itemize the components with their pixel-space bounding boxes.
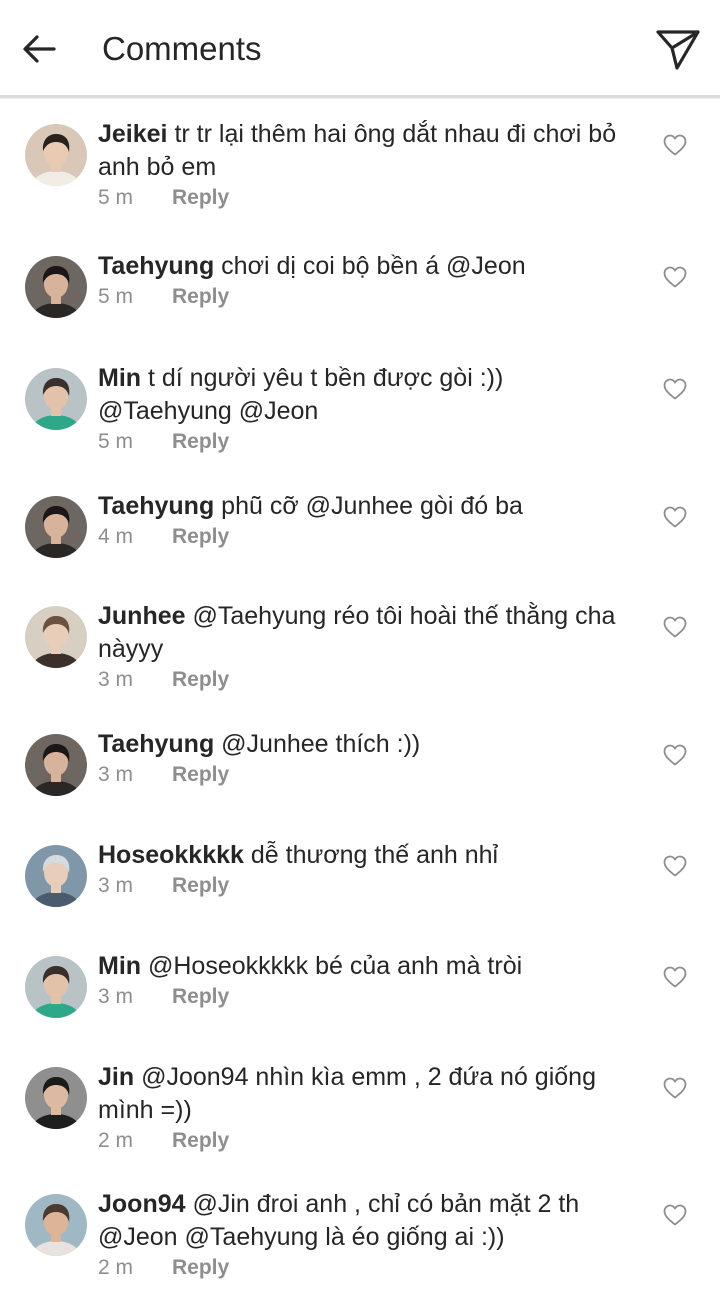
comment-text: tr tr lại thêm hai ông dắt nhau đi chơi … (98, 120, 617, 181)
back-button[interactable] (18, 28, 60, 70)
like-button[interactable] (663, 616, 687, 638)
comment-text: @Hoseokkkkk bé của anh mà tròi (148, 952, 523, 980)
heart-icon (663, 855, 687, 877)
like-button[interactable] (663, 1077, 687, 1099)
like-button[interactable] (663, 378, 687, 400)
reply-button[interactable]: Reply (172, 525, 229, 549)
comment-timestamp: 3 m (98, 874, 134, 897)
header-divider-shadow (0, 98, 720, 99)
heart-icon (663, 134, 687, 156)
heart-icon (663, 266, 687, 288)
like-button[interactable] (663, 506, 687, 528)
comment-username[interactable]: Taehyung (98, 492, 214, 520)
page-title: Comments (102, 30, 262, 67)
comment-body: Hoseokkkkk dễ thương thế anh nhỉ (98, 839, 643, 872)
heart-icon (663, 966, 687, 988)
heart-icon (663, 506, 687, 528)
comment-timestamp: 4 m (98, 525, 134, 548)
comment-body: Taehyung @Junhee thích :)) (98, 728, 643, 761)
heart-icon (663, 1204, 687, 1226)
comment-meta: 2 m Reply (98, 1129, 229, 1153)
comment-timestamp: 3 m (98, 763, 134, 786)
comment-username[interactable]: Taehyung (98, 730, 214, 758)
comment-text: phũ cỡ @Junhee gòi đó ba (221, 492, 523, 520)
comment-text: chơi dị coi bộ bền á @Jeon (221, 252, 526, 280)
comment-meta: 3 m Reply (98, 668, 229, 692)
avatar-man-black-hair[interactable] (25, 256, 87, 318)
comment-timestamp: 5 m (98, 430, 134, 453)
reply-button[interactable]: Reply (172, 985, 229, 1009)
reply-button[interactable]: Reply (172, 285, 229, 309)
avatar-green-shirt[interactable] (25, 368, 87, 430)
avatar-girl-dress[interactable] (25, 606, 87, 668)
reply-button[interactable]: Reply (172, 874, 229, 898)
like-button[interactable] (663, 855, 687, 877)
avatar-man-suit[interactable] (25, 1067, 87, 1129)
comment-username[interactable]: Min (98, 364, 141, 392)
like-button[interactable] (663, 266, 687, 288)
avatar-boy-dark-hair[interactable] (25, 124, 87, 186)
avatar-silver-hair[interactable] (25, 845, 87, 907)
comment-username[interactable]: Taehyung (98, 252, 214, 280)
like-button[interactable] (663, 134, 687, 156)
comment-meta: 5 m Reply (98, 430, 229, 454)
paper-plane-icon (656, 30, 700, 70)
like-button[interactable] (663, 744, 687, 766)
comment-meta: 3 m Reply (98, 985, 229, 1009)
comment-timestamp: 5 m (98, 285, 134, 308)
heart-icon (663, 616, 687, 638)
comment-username[interactable]: Junhee (98, 602, 186, 630)
comment-text: dễ thương thế anh nhỉ (250, 841, 499, 869)
avatar-smiling-man[interactable] (25, 1194, 87, 1256)
comment-username[interactable]: Min (98, 952, 141, 980)
comment-body: Min t dí người yêu t bền được gòi :)) @T… (98, 362, 643, 428)
comment-body: Jeikei tr tr lại thêm hai ông dắt nhau đ… (98, 118, 643, 184)
comment-timestamp: 3 m (98, 985, 134, 1008)
comment-meta: 2 m Reply (98, 1256, 229, 1280)
arrow-left-icon (23, 35, 56, 63)
comment-body: Taehyung chơi dị coi bộ bền á @Jeon (98, 250, 643, 283)
comment-timestamp: 2 m (98, 1256, 134, 1279)
avatar-man-black-hair[interactable] (25, 496, 87, 558)
reply-button[interactable]: Reply (172, 430, 229, 454)
comment-text: @Junhee thích :)) (221, 730, 421, 758)
comment-body: Joon94 @Jin đroi anh , chỉ có bản mặt 2 … (98, 1188, 643, 1254)
comment-username[interactable]: Jin (98, 1063, 134, 1091)
reply-button[interactable]: Reply (172, 763, 229, 787)
comment-meta: 3 m Reply (98, 874, 229, 898)
heart-icon (663, 378, 687, 400)
like-button[interactable] (663, 966, 687, 988)
app-header: Comments (0, 0, 720, 97)
comment-body: Jin @Joon94 nhìn kìa emm , 2 đứa nó giốn… (98, 1061, 643, 1127)
comment-meta: 5 m Reply (98, 186, 229, 210)
comment-username[interactable]: Joon94 (98, 1190, 186, 1218)
comment-timestamp: 2 m (98, 1129, 134, 1152)
reply-button[interactable]: Reply (172, 1129, 229, 1153)
direct-message-button[interactable] (654, 26, 702, 74)
reply-button[interactable]: Reply (172, 186, 229, 210)
reply-button[interactable]: Reply (172, 1256, 229, 1280)
avatar-man-black-hair[interactable] (25, 734, 87, 796)
heart-icon (663, 744, 687, 766)
comment-text: t dí người yêu t bền được gòi :)) @Taehy… (98, 364, 504, 425)
comment-meta: 3 m Reply (98, 763, 229, 787)
comment-meta: 5 m Reply (98, 285, 229, 309)
comment-meta: 4 m Reply (98, 525, 229, 549)
comment-body: Taehyung phũ cỡ @Junhee gòi đó ba (98, 490, 643, 523)
avatar-green-shirt[interactable] (25, 956, 87, 1018)
heart-icon (663, 1077, 687, 1099)
reply-button[interactable]: Reply (172, 668, 229, 692)
like-button[interactable] (663, 1204, 687, 1226)
comment-timestamp: 3 m (98, 668, 134, 691)
comment-username[interactable]: Hoseokkkkk (98, 841, 244, 869)
comment-timestamp: 5 m (98, 186, 134, 209)
comment-text: @Joon94 nhìn kìa emm , 2 đứa nó giống mì… (98, 1063, 596, 1124)
comment-username[interactable]: Jeikei (98, 120, 168, 148)
comment-body: Min @Hoseokkkkk bé của anh mà tròi (98, 950, 643, 983)
comment-body: Junhee @Taehyung réo tôi hoài thế thằng … (98, 600, 643, 666)
